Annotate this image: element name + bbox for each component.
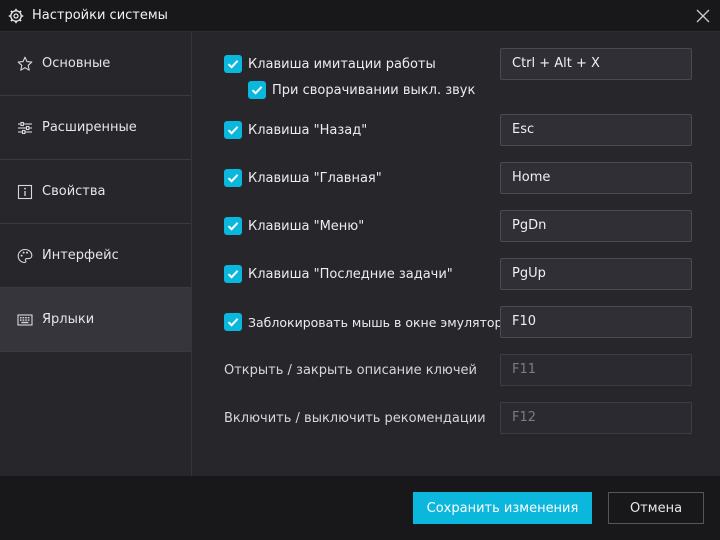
- sidebar-item-label: Ярлыки: [42, 312, 95, 327]
- sidebar-item-label: Расширенные: [42, 120, 137, 135]
- back-key-field[interactable]: Esc: [500, 114, 692, 146]
- boss-key-field[interactable]: Ctrl + Alt + X: [500, 48, 692, 80]
- boss-key-label: Клавиша имитации работы: [248, 57, 436, 72]
- menu-key-checkbox[interactable]: [224, 217, 242, 235]
- recent-tasks-key-field[interactable]: PgUp: [500, 258, 692, 290]
- back-key-checkbox[interactable]: [224, 121, 242, 139]
- menu-key-label: Клавиша "Меню": [248, 219, 365, 234]
- menu-key-field[interactable]: PgDn: [500, 210, 692, 242]
- palette-icon: [17, 248, 33, 264]
- recent-tasks-key-checkbox[interactable]: [224, 265, 242, 283]
- key-description-field[interactable]: F11: [500, 354, 692, 386]
- info-icon: [17, 184, 33, 200]
- sidebar-item-properties[interactable]: Свойства: [0, 160, 191, 224]
- checkmark-icon: [227, 270, 239, 279]
- star-icon: [17, 56, 33, 71]
- recent-tasks-key-label: Клавиша "Последние задачи": [248, 267, 453, 282]
- save-button[interactable]: Сохранить изменения: [413, 492, 592, 524]
- title-bar: Настройки системы: [0, 0, 720, 32]
- home-key-field[interactable]: Home: [500, 162, 692, 194]
- back-key-label: Клавиша "Назад": [248, 123, 368, 138]
- sidebar: Основные Расширенные Свойства Интерфейс: [0, 32, 192, 476]
- cancel-button[interactable]: Отмена: [608, 492, 704, 524]
- gear-icon: [8, 8, 24, 24]
- recommendations-field[interactable]: F12: [500, 402, 692, 434]
- close-icon[interactable]: [694, 7, 712, 25]
- keyboard-icon: [17, 314, 33, 326]
- sliders-icon: [18, 121, 32, 135]
- home-key-label: Клавиша "Главная": [248, 171, 382, 186]
- home-key-checkbox[interactable]: [224, 169, 242, 187]
- checkmark-icon: [227, 222, 239, 231]
- boss-key-checkbox[interactable]: [224, 55, 242, 73]
- sidebar-item-label: Свойства: [42, 184, 106, 199]
- key-description-label: Открыть / закрыть описание ключей: [224, 363, 477, 378]
- sidebar-item-advanced[interactable]: Расширенные: [0, 96, 191, 160]
- sidebar-item-general[interactable]: Основные: [0, 32, 191, 96]
- checkmark-icon: [227, 126, 239, 135]
- checkmark-icon: [251, 86, 263, 95]
- mute-on-minimize-checkbox[interactable]: [248, 81, 266, 99]
- checkmark-icon: [227, 60, 239, 69]
- mute-on-minimize-label: При сворачивании выкл. звук: [272, 83, 476, 98]
- recommendations-label: Включить / выключить рекомендации: [224, 411, 486, 426]
- sidebar-item-shortcuts[interactable]: Ярлыки: [0, 288, 191, 352]
- lock-mouse-checkbox[interactable]: [224, 313, 242, 331]
- sidebar-item-interface[interactable]: Интерфейс: [0, 224, 191, 288]
- lock-mouse-label: Заблокировать мышь в окне эмулятора: [248, 315, 511, 330]
- sidebar-item-label: Основные: [42, 56, 111, 71]
- checkmark-icon: [227, 174, 239, 183]
- sidebar-item-label: Интерфейс: [42, 248, 119, 263]
- lock-mouse-field[interactable]: F10: [500, 306, 692, 338]
- checkmark-icon: [227, 318, 239, 327]
- window-title: Настройки системы: [32, 8, 168, 23]
